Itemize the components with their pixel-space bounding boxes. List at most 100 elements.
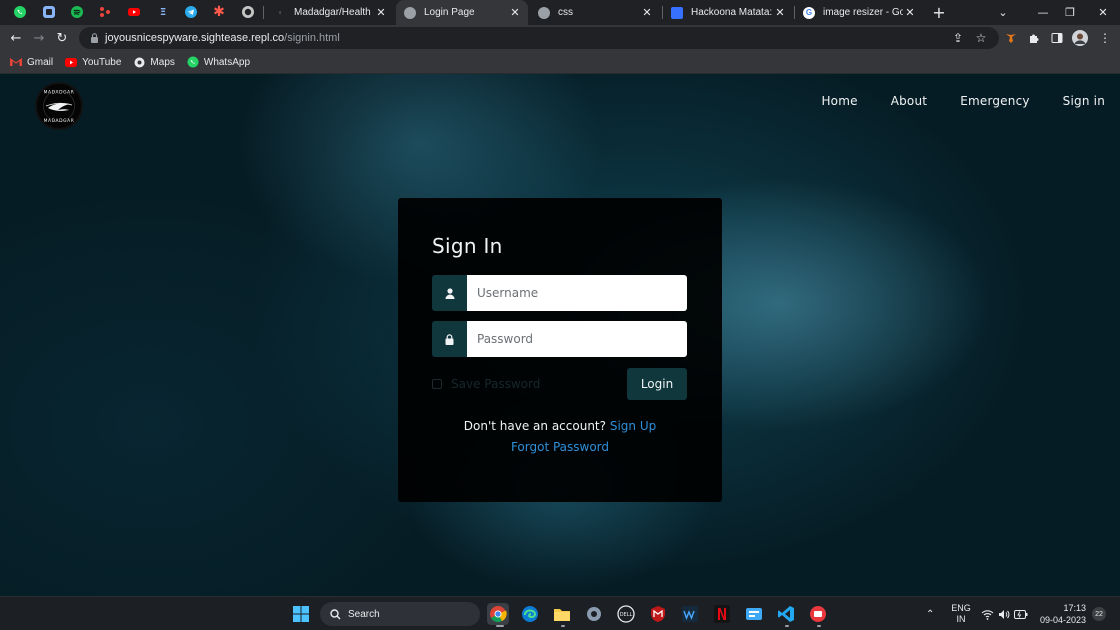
forgot-password-link[interactable]: Forgot Password (398, 440, 722, 454)
replit-icon: ◦ (278, 8, 282, 17)
start-button[interactable] (290, 603, 312, 625)
bookmark-star-icon[interactable]: ☆ (971, 28, 991, 48)
folder-icon (554, 609, 570, 621)
tab-login-page[interactable]: Login Page ✕ (396, 0, 528, 25)
taskbar-chrome[interactable] (487, 603, 509, 625)
battery-icon[interactable] (1014, 597, 1028, 630)
signup-link[interactable]: Sign Up (610, 419, 656, 433)
lock-icon (432, 321, 467, 357)
site-logo[interactable]: MADADGAR MADADGAR (35, 82, 83, 130)
close-icon[interactable]: ✕ (903, 6, 917, 19)
page-viewport: MADADGAR MADADGAR Home About Emergency S… (0, 74, 1120, 596)
no-account-text: Don't have an account? (463, 419, 606, 433)
close-icon[interactable]: ✕ (508, 6, 522, 19)
forward-button[interactable]: → (29, 28, 49, 48)
back-button[interactable]: ← (6, 28, 26, 48)
extensions-puzzle-icon[interactable] (1024, 28, 1044, 48)
username-input[interactable] (467, 275, 687, 311)
taskbar-netflix[interactable] (711, 603, 733, 625)
bookmark-maps[interactable]: Maps (133, 56, 175, 68)
gear-icon (587, 607, 601, 621)
nav-link-home[interactable]: Home (821, 94, 857, 108)
signin-title: Sign In (432, 234, 503, 258)
arrow-left-icon: ← (10, 30, 22, 46)
kebab-menu-icon[interactable]: ⋮ (1095, 28, 1115, 48)
svg-text:DELL: DELL (620, 612, 633, 618)
url-path: /signin.html (284, 32, 340, 44)
pinned-tab-whatsapp[interactable] (12, 4, 28, 20)
pinned-tab-asterisk[interactable]: ✱ (211, 4, 227, 20)
tab-css[interactable]: css ✕ (530, 0, 660, 25)
search-icon (330, 608, 341, 619)
devfolio-icon (671, 6, 683, 19)
extension-metamask-icon[interactable] (1001, 28, 1021, 48)
pinned-tab-e[interactable]: Ξ (155, 4, 171, 20)
profile-avatar[interactable] (1070, 28, 1090, 48)
taskbar-waves[interactable] (679, 603, 701, 625)
reload-button[interactable]: ↻ (52, 28, 72, 48)
taskbar-dell[interactable]: DELL (615, 603, 637, 625)
close-window-button[interactable]: ✕ (1086, 0, 1120, 25)
taskbar-vscode[interactable] (775, 603, 797, 625)
tab-hackoona-matata[interactable]: Hackoona Matata: Da ✕ (663, 0, 793, 25)
close-icon[interactable]: ✕ (773, 6, 787, 19)
windows-logo-icon (293, 606, 309, 622)
e-icon: Ξ (159, 6, 167, 18)
address-bar[interactable]: joyousnicespyware.sightease.repl.co/sign… (79, 27, 999, 49)
login-button[interactable]: Login (627, 368, 687, 400)
nav-link-about[interactable]: About (891, 94, 927, 108)
clock-date: 09-04-2023 (1039, 615, 1086, 625)
waves-icon (682, 606, 698, 622)
share-icon[interactable]: ⇪ (948, 28, 968, 48)
taskbar-file-explorer[interactable] (551, 603, 573, 625)
bookmark-gmail[interactable]: Gmail (10, 56, 53, 68)
close-icon[interactable]: ✕ (640, 6, 654, 19)
signin-card: Sign In Save Password Login Don't have a… (398, 198, 722, 502)
tab-image-resizer[interactable]: G image resizer - Googl ✕ (795, 0, 923, 25)
taskbar-edge[interactable] (519, 603, 541, 625)
tab-search-chevron-icon[interactable]: ⌄ (986, 0, 1020, 25)
side-panel-icon[interactable] (1047, 28, 1067, 48)
taskbar-app-blue[interactable] (743, 603, 765, 625)
nav-link-emergency[interactable]: Emergency (960, 94, 1029, 108)
taskbar-search[interactable]: Search (320, 602, 480, 626)
youtube-icon (128, 8, 140, 16)
restore-button[interactable]: ❐ (1053, 0, 1087, 25)
whatsapp-icon (14, 6, 26, 18)
spotify-icon (71, 6, 83, 18)
new-tab-button[interactable]: + (922, 0, 956, 25)
close-icon[interactable]: ✕ (374, 6, 388, 19)
bookmark-youtube[interactable]: YouTube (65, 56, 121, 68)
clock-time: 17:13 (1063, 603, 1086, 613)
taskbar-red-app[interactable] (807, 603, 829, 625)
globe-icon (538, 6, 550, 19)
taskbar-settings[interactable] (583, 603, 605, 625)
password-input[interactable] (467, 321, 687, 357)
notification-badge[interactable]: 22 (1092, 597, 1106, 630)
save-password-checkbox[interactable]: Save Password (432, 377, 540, 391)
nav-link-sign-in[interactable]: Sign in (1063, 94, 1105, 108)
edge-icon (522, 606, 538, 622)
generic-app-icon (43, 6, 55, 18)
bookmark-whatsapp[interactable]: WhatsApp (187, 56, 250, 68)
taskbar-mcafee[interactable] (647, 603, 669, 625)
windows-taskbar: Search DELL ⌃ ENG IN 17:13 09-04-2023 22 (0, 596, 1120, 630)
language-indicator[interactable]: ENG IN (950, 597, 972, 630)
maps-icon (133, 56, 145, 68)
wifi-icon[interactable] (981, 597, 994, 630)
tab-madadgar-health[interactable]: ◦ Madadgar/Health ✕ (266, 0, 394, 25)
pinned-tab-telegram[interactable] (183, 4, 199, 20)
pinned-tab-cluster[interactable] (97, 4, 113, 20)
chrome-icon (490, 606, 507, 623)
pinned-tab-app[interactable] (41, 4, 57, 20)
pinned-tab-github[interactable] (240, 4, 256, 20)
show-hidden-icons-chevron[interactable]: ⌃ (926, 597, 934, 630)
checkbox-box[interactable] (432, 379, 442, 389)
keyboard-app-icon (746, 608, 762, 620)
pinned-tab-spotify[interactable] (69, 4, 85, 20)
svg-text:MADADGAR: MADADGAR (44, 90, 75, 96)
pinned-tab-youtube[interactable] (126, 4, 142, 20)
reload-icon: ↻ (56, 30, 68, 46)
system-clock[interactable]: 17:13 09-04-2023 (1038, 597, 1086, 630)
volume-icon[interactable] (998, 597, 1010, 630)
